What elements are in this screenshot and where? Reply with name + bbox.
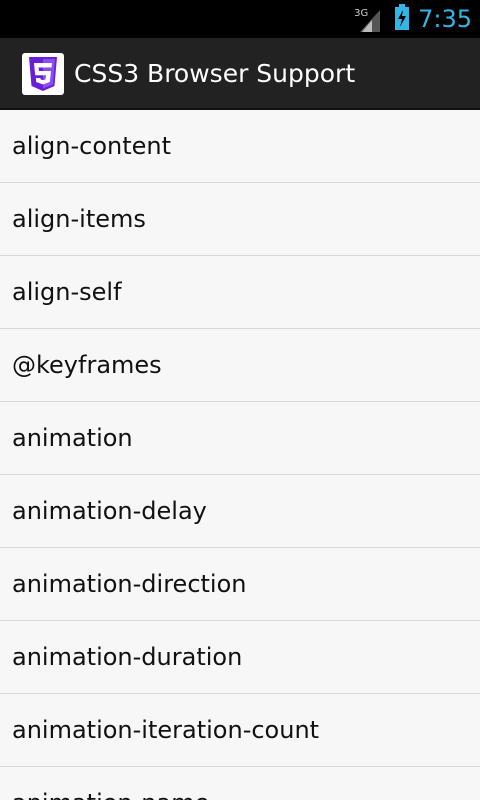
list-item[interactable]: animation-direction xyxy=(0,548,480,621)
list-item[interactable]: animation-duration xyxy=(0,621,480,694)
list-item[interactable]: align-items xyxy=(0,183,480,256)
list-item-label: animation-delay xyxy=(12,497,207,525)
list-item-label: animation-duration xyxy=(12,643,243,671)
list-item-label: align-items xyxy=(12,205,146,233)
list-item[interactable]: animation-iteration-count xyxy=(0,694,480,767)
screen: 3G 7:35 CSS3 Browser Support align-conte… xyxy=(0,0,480,800)
status-bar: 3G 7:35 xyxy=(0,0,480,38)
list-item-label: animation-name xyxy=(12,789,209,800)
list-item[interactable]: @keyframes xyxy=(0,329,480,402)
list-item-label: animation xyxy=(12,424,133,452)
action-bar: CSS3 Browser Support xyxy=(0,38,480,110)
list-item[interactable]: animation-name xyxy=(0,767,480,800)
list-item[interactable]: align-self xyxy=(0,256,480,329)
list-item-label: @keyframes xyxy=(12,351,162,379)
list-item-label: align-content xyxy=(12,132,172,160)
list-item[interactable]: align-content xyxy=(0,110,480,183)
list-item-label: animation-direction xyxy=(12,570,247,598)
list-item-label: animation-iteration-count xyxy=(12,716,320,744)
app-title: CSS3 Browser Support xyxy=(74,59,356,88)
list-item[interactable]: animation-delay xyxy=(0,475,480,548)
css3-logo-icon[interactable] xyxy=(22,53,64,95)
property-list: align-content align-items align-self @ke… xyxy=(0,110,480,800)
signal-icon: 3G xyxy=(354,6,384,32)
battery-charging-icon xyxy=(394,4,410,34)
list-item-label: align-self xyxy=(12,278,122,306)
status-clock: 7:35 xyxy=(418,5,472,33)
list-item[interactable]: animation xyxy=(0,402,480,475)
status-icons: 3G 7:35 xyxy=(354,0,472,38)
